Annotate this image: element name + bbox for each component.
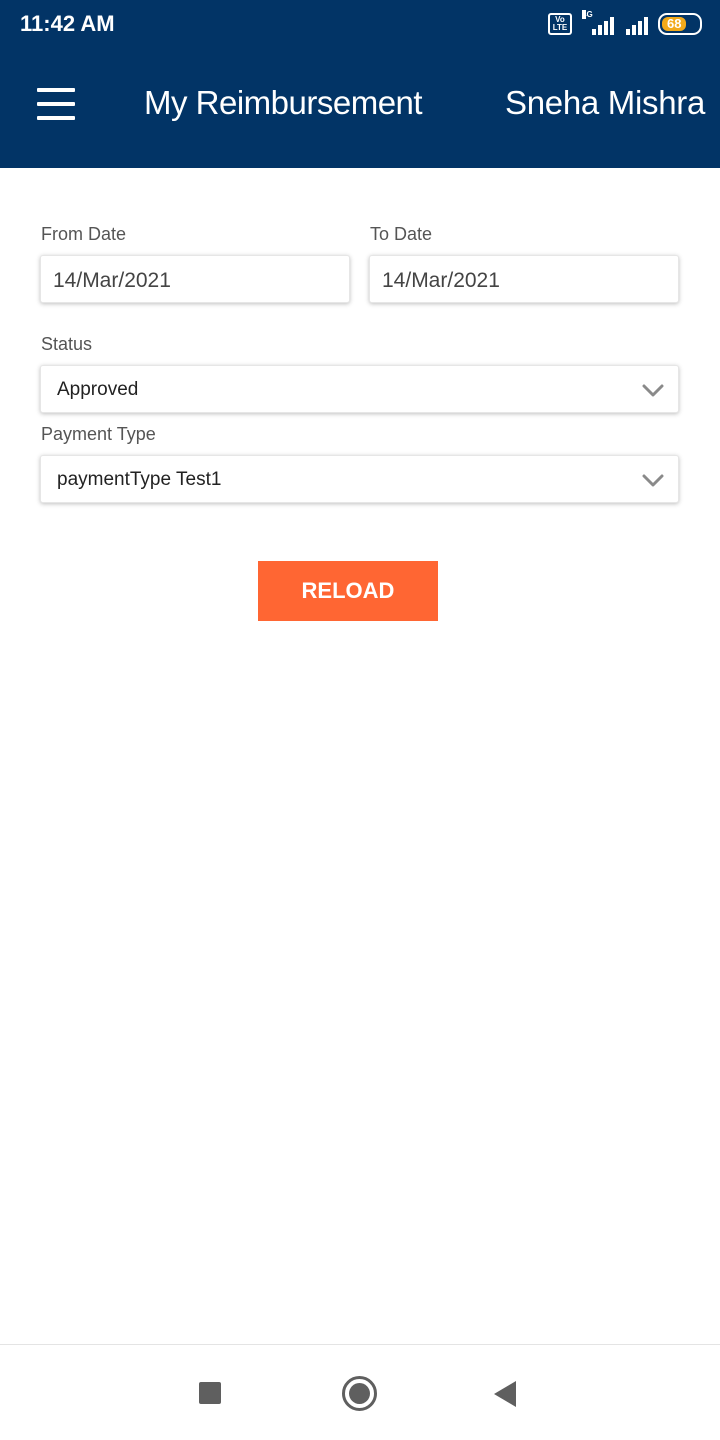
- user-name: Sneha Mishra: [505, 84, 706, 121]
- payment-type-label: Payment Type: [41, 424, 156, 444]
- back-icon[interactable]: [494, 1381, 516, 1407]
- volte-icon: Vo LTE: [548, 13, 572, 35]
- chevron-down-icon: [642, 384, 664, 397]
- from-date-label: From Date: [41, 224, 127, 244]
- payment-type-select[interactable]: paymentType Test1: [40, 455, 679, 503]
- status-icons: Vo LTE 4G 68: [548, 10, 702, 37]
- from-date-value: 14/Mar/2021: [53, 269, 171, 292]
- home-icon[interactable]: [342, 1376, 377, 1411]
- system-nav-bar: [0, 1344, 720, 1440]
- signal-icon: 4G: [582, 10, 616, 35]
- status-select[interactable]: Approved: [40, 365, 679, 413]
- payment-type-value: paymentType Test1: [57, 469, 222, 490]
- to-date-label: To Date: [370, 224, 433, 244]
- status-label: Status: [41, 334, 93, 354]
- recents-icon[interactable]: [199, 1382, 221, 1404]
- reload-button[interactable]: RELOAD: [258, 561, 438, 621]
- status-value: Approved: [57, 379, 139, 400]
- battery-level: 68: [662, 17, 687, 31]
- from-date-field[interactable]: 14/Mar/2021: [40, 255, 350, 303]
- to-date-value: 14/Mar/2021: [382, 269, 500, 292]
- status-time: 11:42 AM: [20, 11, 115, 36]
- signal-icon: [626, 13, 648, 35]
- hamburger-menu-icon[interactable]: [34, 86, 78, 122]
- battery-icon: 68: [658, 13, 702, 35]
- chevron-down-icon: [642, 474, 664, 487]
- network-type-label: 4G: [582, 10, 593, 19]
- to-date-field[interactable]: 14/Mar/2021: [369, 255, 679, 303]
- app-header: 11:42 AM Vo LTE 4G 68 My Reimbursement S…: [0, 0, 720, 168]
- page-title: My Reimbursement: [144, 84, 423, 121]
